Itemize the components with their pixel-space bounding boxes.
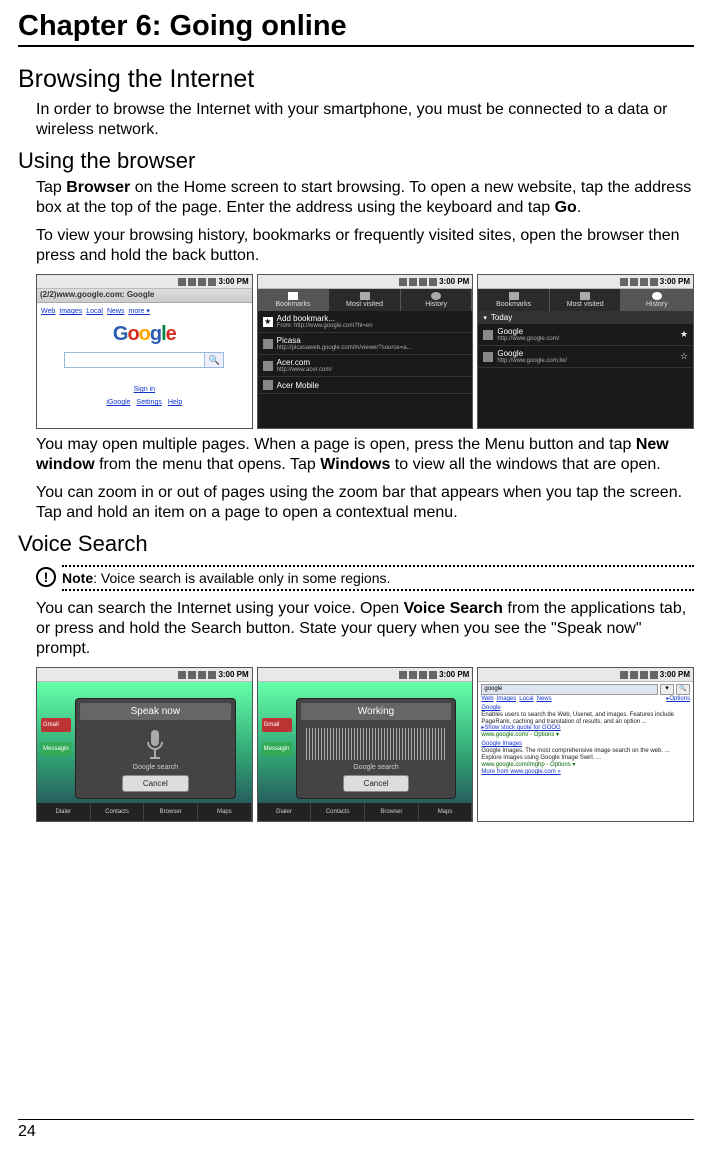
tab-most-visited: Most visited <box>329 289 401 311</box>
para-browser-1: Tap Browser on the Home screen to start … <box>36 178 694 218</box>
tab-most-visited: Most visited <box>550 289 622 311</box>
search-field: google ▾ 🔍 <box>481 684 690 695</box>
heading-voice-search: Voice Search <box>18 531 694 557</box>
search-icon: 🔍 <box>205 353 223 367</box>
para-zoom: You can zoom in or out of pages using th… <box>36 483 694 523</box>
home-messaging-icon: Messagin <box>41 742 71 756</box>
popup-sub: Google search <box>133 764 179 771</box>
para-multiple-pages: You may open multiple pages. When a page… <box>36 435 694 475</box>
screen-working: 3:00 PM Gmail Messagin Working Google se… <box>257 667 474 822</box>
result-title: Google <box>481 705 690 712</box>
note-box: ! Note: Voice search is available only i… <box>36 565 694 591</box>
screen-speak-now: 3:00 PM Gmail Messagin Speak now Google … <box>36 667 253 822</box>
google-footer-links: iGoogleSettingsHelp <box>103 399 185 406</box>
heading-browsing: Browsing the Internet <box>18 65 694 94</box>
bold-browser: Browser <box>66 179 130 196</box>
result-title: Google Images <box>481 741 690 748</box>
popup-title: Working <box>301 703 452 720</box>
para-browser-2: To view your browsing history, bookmarks… <box>36 226 694 266</box>
popup-title: Speak now <box>80 703 231 720</box>
bold-windows: Windows <box>320 456 390 473</box>
waveform-icon <box>306 728 446 760</box>
screen-google: 3:00 PM (2/2)www.google.com: Google WebI… <box>36 274 253 429</box>
page-number: 24 <box>18 1123 36 1140</box>
url-bar: (2/2)www.google.com: Google <box>37 289 252 303</box>
voice-popup: Speak now Google search Cancel <box>75 698 236 799</box>
google-search-box: 🔍 <box>64 352 224 368</box>
screen-history: 3:00 PM Bookmarks Most visited History ▾… <box>477 274 694 429</box>
search-icon: 🔍 <box>676 684 690 695</box>
status-time: 3:00 PM <box>218 277 248 286</box>
cancel-button: Cancel <box>343 775 410 792</box>
page-footer: 24 <box>18 1119 694 1141</box>
tab-history: History <box>621 289 693 311</box>
star-icon: ☆ <box>680 351 688 362</box>
history-today: ▾Today <box>478 311 693 324</box>
screen-results: 3:00 PM google ▾ 🔍 WebImagesLocalNews ▸O… <box>477 667 694 822</box>
para-voice-search: You can search the Internet using your v… <box>36 599 694 659</box>
google-signin: Sign in <box>134 386 155 393</box>
cancel-button: Cancel <box>122 775 189 792</box>
para-intro: In order to browse the Internet with you… <box>36 100 694 140</box>
chapter-title: Chapter 6: Going online <box>18 10 694 47</box>
screen-bookmarks: 3:00 PM Bookmarks Most visited History ★… <box>257 274 474 429</box>
bold-voice-search: Voice Search <box>404 600 503 617</box>
bold-go: Go <box>555 199 577 216</box>
microphone-icon <box>142 728 168 762</box>
note-label: Note <box>62 570 93 586</box>
heading-using-browser: Using the browser <box>18 148 694 174</box>
home-gmail-icon: Gmail <box>41 718 71 732</box>
note-icon: ! <box>36 567 56 587</box>
tab-bookmarks: Bookmarks <box>258 289 330 311</box>
google-nav: WebImagesLocalNewsmore ▾ <box>37 305 252 317</box>
status-bar: 3:00 PM <box>37 275 252 289</box>
google-logo: Google <box>113 323 176 346</box>
note-text: : Voice search is available only in some… <box>93 570 390 586</box>
screenshot-row-1: 3:00 PM (2/2)www.google.com: Google WebI… <box>36 274 694 429</box>
bookmarks-tabs: Bookmarks Most visited History <box>258 289 473 311</box>
star-icon: ★ <box>680 329 688 340</box>
tab-bookmarks: Bookmarks <box>478 289 550 311</box>
tab-history: History <box>401 289 473 311</box>
screenshot-row-2: 3:00 PM Gmail Messagin Speak now Google … <box>36 667 694 822</box>
